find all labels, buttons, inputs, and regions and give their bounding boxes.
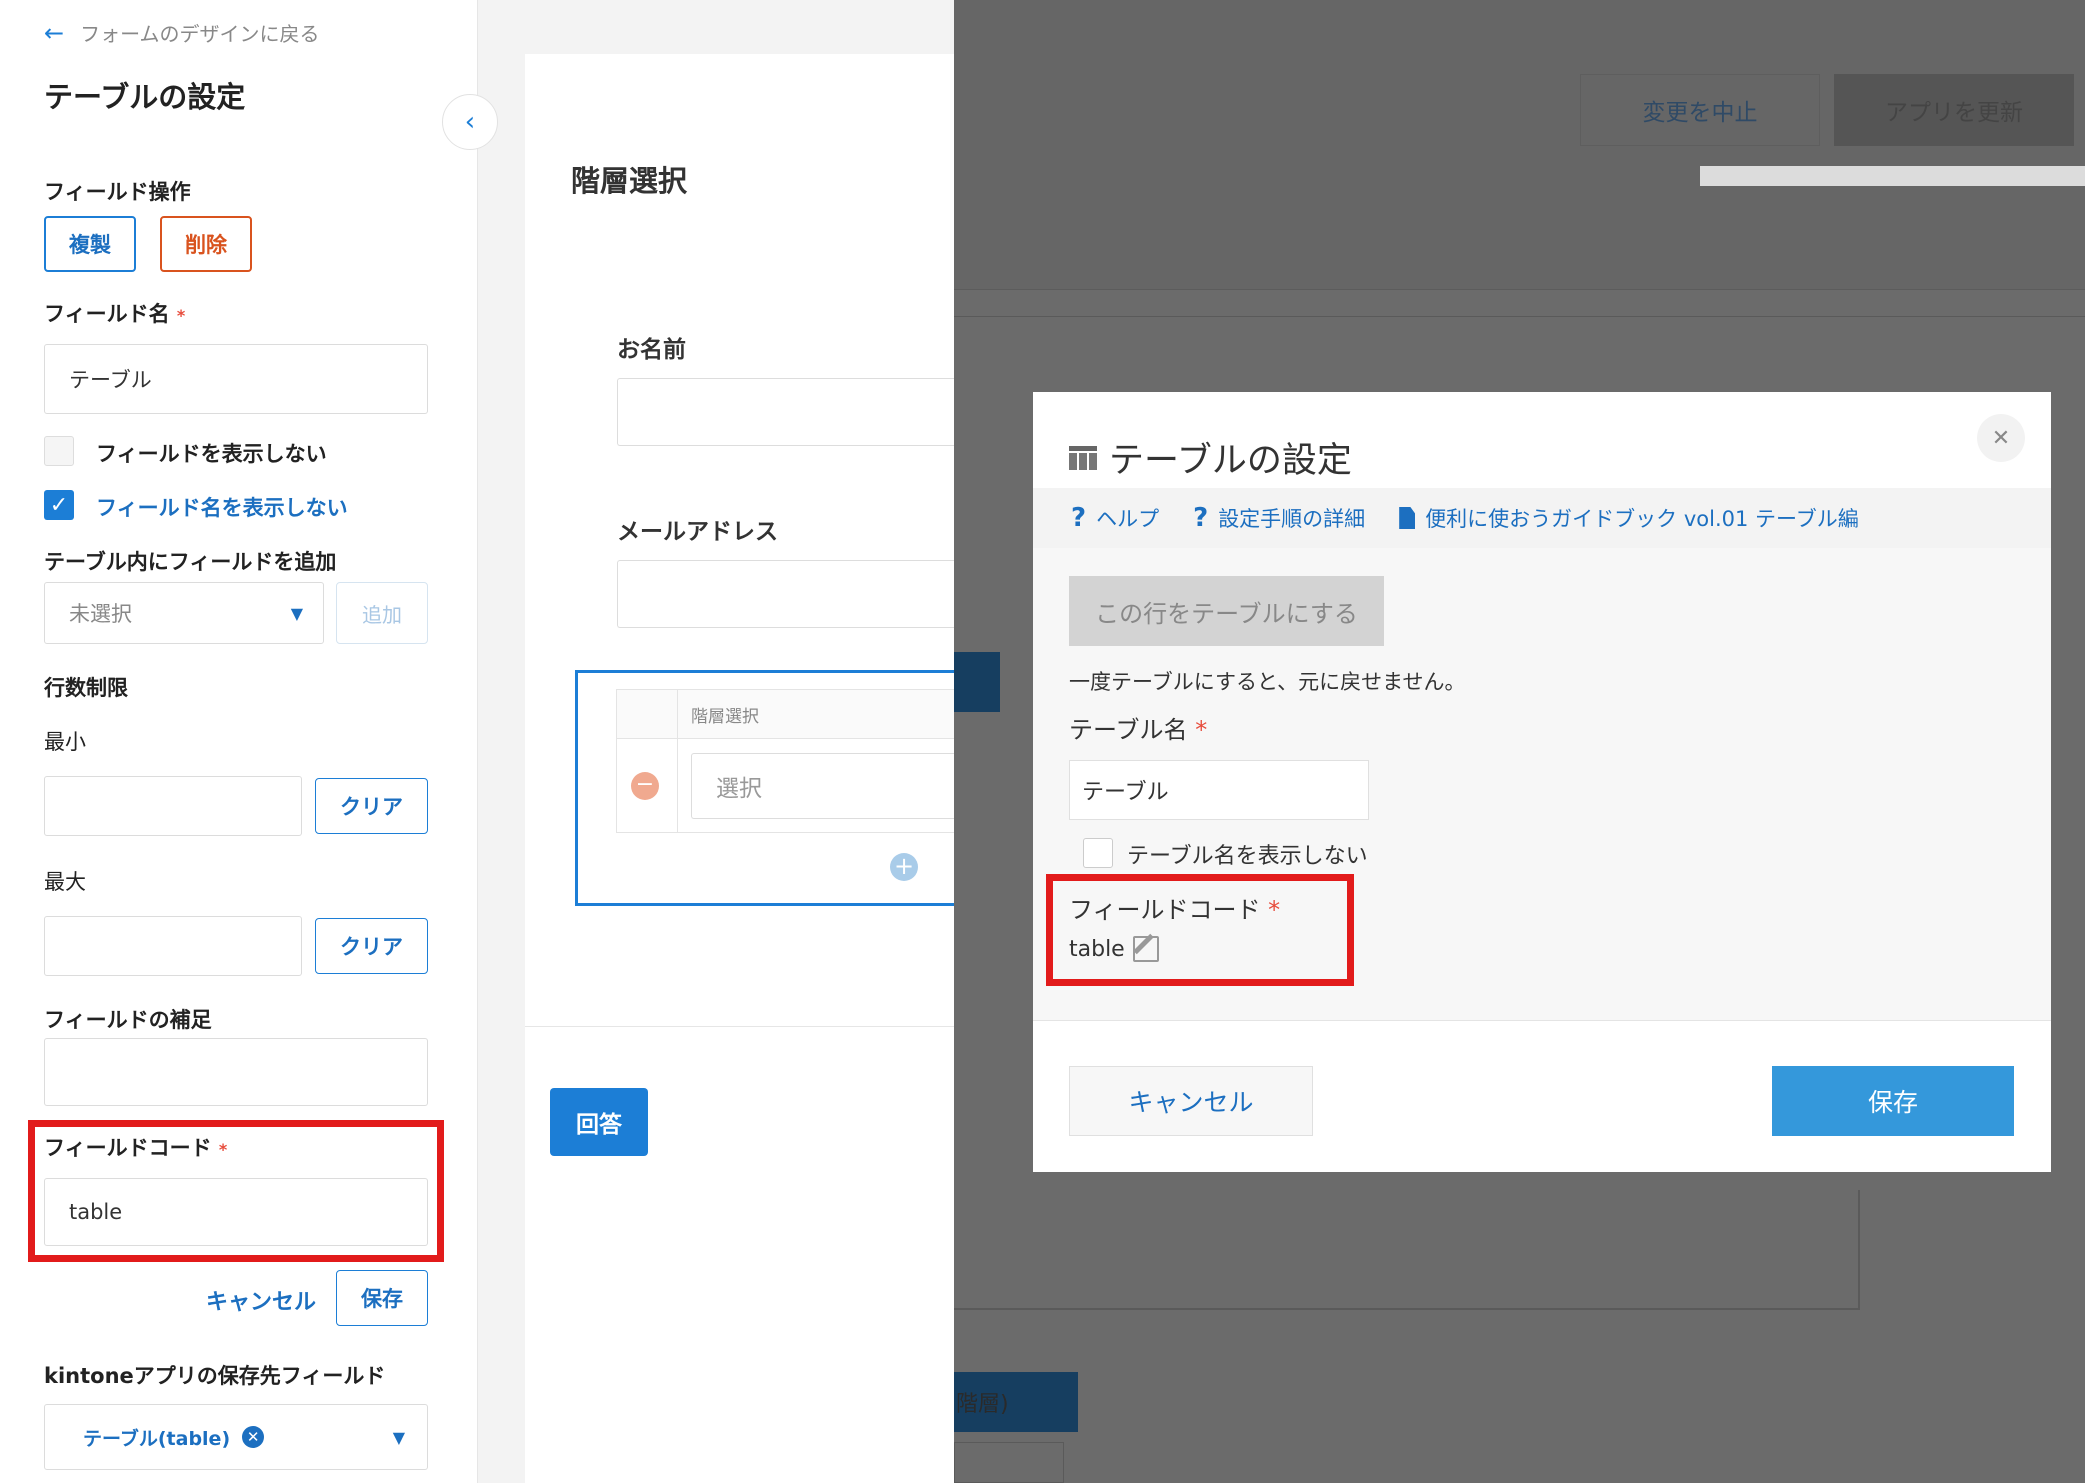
hide-field-checkbox[interactable] <box>44 436 74 466</box>
modal-field-code-value: table <box>1069 933 1159 962</box>
panel-title: テーブルの設定 <box>44 80 246 114</box>
convert-note: 一度テーブルにすると、元に戻せません。 <box>1069 670 1466 694</box>
hide-table-name-checkbox[interactable] <box>1083 838 1113 868</box>
add-row-icon[interactable]: + <box>890 853 918 881</box>
max-input[interactable] <box>44 916 302 976</box>
table-settings-modal: テーブルの設定 ✕ ? ヘルプ ? 設定手順の詳細 便利に使おうガイドブック v… <box>1033 392 2051 1172</box>
background-tab: 階層) <box>954 1372 1078 1432</box>
min-clear-button[interactable]: クリア <box>315 778 428 834</box>
field-name-label: フィールド名 * <box>44 298 185 328</box>
modal-links-bar: ? ヘルプ ? 設定手順の詳細 便利に使おうガイドブック vol.01 テーブル… <box>1033 488 2051 548</box>
kintone-field-select[interactable]: テーブル(table) ✕ ▼ <box>44 1404 428 1470</box>
required-mark: * <box>1268 896 1281 924</box>
convert-row-button[interactable]: この行をテーブルにする <box>1069 576 1384 646</box>
close-icon[interactable]: ✕ <box>1977 414 2025 462</box>
field-ops-label: フィールド操作 <box>44 180 191 204</box>
remove-chip-icon[interactable]: ✕ <box>242 1426 265 1448</box>
required-mark: * <box>176 306 186 325</box>
document-icon <box>1399 507 1416 529</box>
name-input[interactable] <box>617 378 956 446</box>
collapse-panel-button[interactable]: ‹ <box>442 94 498 150</box>
supplement-label: フィールドの補足 <box>44 1008 212 1032</box>
submit-button-label: 回答 <box>576 1112 622 1138</box>
table-grid-icon <box>1069 445 1097 470</box>
modal-header: テーブルの設定 <box>1069 432 1352 483</box>
help-link-label: ヘルプ <box>1096 507 1160 531</box>
hide-field-name-label: フィールド名を表示しない <box>96 496 348 520</box>
required-mark: * <box>1195 716 1208 744</box>
required-mark: * <box>218 1140 228 1159</box>
remove-row-icon[interactable]: − <box>631 772 659 800</box>
modal-field-code-text: table <box>1069 936 1125 962</box>
field-code-label: フィールドコード * <box>44 1132 227 1162</box>
add-button[interactable]: 追加 <box>336 582 428 644</box>
back-link-label: フォームのデザインに戻る <box>80 22 320 46</box>
arrow-left-icon: ← <box>44 18 65 47</box>
add-field-label: テーブル内にフィールドを追加 <box>44 550 337 574</box>
email-label: メールアドレス <box>617 519 778 545</box>
min-label: 最小 <box>44 730 86 754</box>
hide-table-name-label: テーブル名を表示しない <box>1127 844 1368 869</box>
kintone-field-label: kintoneアプリの保存先フィールド <box>44 1364 386 1388</box>
section-title: 階層選択 <box>571 164 688 198</box>
modal-cancel-button[interactable]: キャンセル <box>1069 1066 1313 1136</box>
table-header-label: 階層選択 <box>691 707 759 727</box>
update-app-button[interactable]: アプリを更新 <box>1834 74 2074 146</box>
setup-details-label: 設定手順の詳細 <box>1218 507 1366 531</box>
kintone-chip-label: テーブル(table) <box>83 1427 231 1450</box>
field-code-input[interactable]: table <box>44 1178 428 1246</box>
form-preview-card: 階層選択 お名前 メールアドレス 階層選択 − 選択 + <box>525 54 960 1483</box>
name-label: お名前 <box>617 337 686 363</box>
table-row: − 選択 <box>616 739 960 833</box>
max-label: 最大 <box>44 870 86 894</box>
cancel-link[interactable]: キャンセル <box>206 1284 316 1316</box>
kintone-chip: テーブル(table) ✕ <box>83 1424 265 1451</box>
modal-save-button[interactable]: 保存 <box>1772 1066 2014 1136</box>
supplement-input[interactable] <box>44 1038 428 1106</box>
cancel-changes-button[interactable]: 変更を中止 <box>1580 74 1820 146</box>
caret-down-icon: ▼ <box>290 603 303 623</box>
modal-title: テーブルの設定 <box>1109 441 1352 481</box>
table-field-selected[interactable]: 階層選択 − 選択 + <box>575 670 960 906</box>
modal-body: この行をテーブルにする 一度テーブルにすると、元に戻せません。 テーブル名 * … <box>1033 548 2051 1020</box>
delete-button[interactable]: 削除 <box>160 216 252 272</box>
question-icon: ? <box>1193 503 1209 533</box>
field-name-input[interactable]: テーブル <box>44 344 428 414</box>
setup-details-link[interactable]: ? 設定手順の詳細 <box>1193 503 1365 533</box>
table-name-label: テーブル名 * <box>1069 710 1207 745</box>
table-name-input[interactable]: テーブル <box>1069 760 1369 820</box>
email-input[interactable] <box>617 560 956 628</box>
settings-panel: ← フォームのデザインに戻る テーブルの設定 フィールド操作 複製 削除 フィー… <box>0 0 478 1483</box>
save-button[interactable]: 保存 <box>336 1270 428 1326</box>
table-name-label-text: テーブル名 <box>1069 716 1188 744</box>
max-clear-button[interactable]: クリア <box>315 918 428 974</box>
submit-button[interactable]: 回答 <box>550 1088 648 1156</box>
back-link[interactable]: ← フォームのデザインに戻る <box>44 18 320 47</box>
edit-icon[interactable] <box>1132 933 1159 962</box>
row-limit-label: 行数制限 <box>44 676 128 700</box>
hide-field-name-checkbox[interactable]: ✓ <box>44 490 74 520</box>
modal-field-code-label-text: フィールドコード <box>1069 896 1261 924</box>
guidebook-label: 便利に使おうガイドブック vol.01 テーブル編 <box>1425 507 1859 531</box>
chevron-left-icon: ‹ <box>464 107 476 137</box>
hierarchy-select[interactable]: 選択 <box>691 753 960 819</box>
field-code-label-text: フィールドコード <box>44 1136 212 1160</box>
min-input[interactable] <box>44 776 302 836</box>
add-field-select[interactable]: 未選択 ▼ <box>44 582 324 644</box>
field-name-label-text: フィールド名 <box>44 302 170 326</box>
add-field-select-value: 未選択 <box>69 602 132 626</box>
question-icon: ? <box>1071 503 1087 533</box>
duplicate-button[interactable]: 複製 <box>44 216 136 272</box>
table-header-row: 階層選択 <box>616 689 959 740</box>
hide-field-label: フィールドを表示しない <box>96 442 327 466</box>
checkmark-icon: ✓ <box>49 492 69 518</box>
help-link[interactable]: ? ヘルプ <box>1071 503 1159 533</box>
caret-down-icon: ▼ <box>392 1427 405 1447</box>
modal-field-code-label: フィールドコード * <box>1069 890 1280 925</box>
guidebook-link[interactable]: 便利に使おうガイドブック vol.01 テーブル編 <box>1399 503 1859 533</box>
